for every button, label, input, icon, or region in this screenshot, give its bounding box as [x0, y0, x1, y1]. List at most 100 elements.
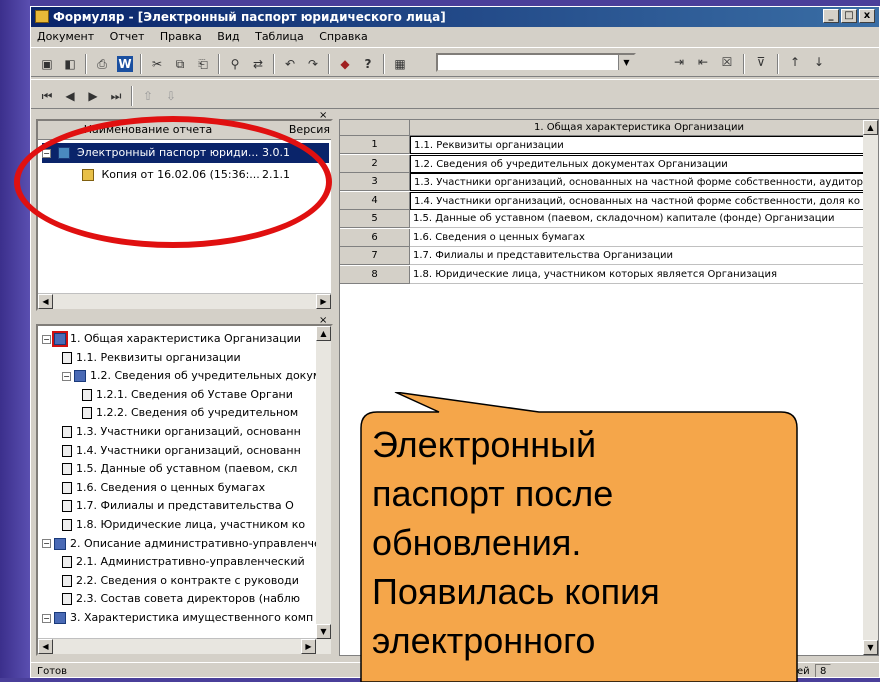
scroll-right-icon[interactable]: ▶: [301, 639, 316, 654]
maximize-button[interactable]: □: [841, 9, 857, 23]
tree-item[interactable]: − 2. Описание административно-управленче: [42, 535, 321, 553]
filter-icon[interactable]: ⊽: [753, 54, 769, 70]
menu-table[interactable]: Таблица: [255, 30, 304, 43]
tree-item[interactable]: 1.5. Данные об уставном (паевом, скл: [62, 460, 297, 478]
tree-item[interactable]: 1.2.1. Сведения об Уставе Органи: [82, 386, 293, 404]
menu-edit[interactable]: Правка: [160, 30, 202, 43]
row-number[interactable]: 7: [340, 247, 410, 265]
find-icon[interactable]: ⚲: [227, 56, 243, 72]
delete-row-icon[interactable]: ☒: [719, 54, 735, 70]
row-number[interactable]: 8: [340, 265, 410, 284]
sort-desc-icon[interactable]: ↓: [811, 54, 827, 70]
row-number[interactable]: 4: [340, 191, 410, 210]
last-record-icon[interactable]: ⏭: [108, 88, 124, 104]
row-number[interactable]: 6: [340, 228, 410, 247]
tree-item[interactable]: 1.7. Филиалы и представительства О: [62, 497, 294, 515]
horizontal-scrollbar[interactable]: ◀ ▶: [38, 638, 331, 654]
collapse-icon[interactable]: −: [62, 371, 71, 381]
tree-item-label: 1.2.2. Сведения об учредительном: [96, 406, 299, 420]
row-number[interactable]: 5: [340, 210, 410, 228]
tree-item[interactable]: 2.2. Сведения о контракте с руководи: [62, 572, 299, 590]
first-record-icon[interactable]: ⏮: [39, 88, 55, 104]
open-icon[interactable]: ◧: [62, 56, 78, 72]
row-number[interactable]: 1: [340, 136, 410, 154]
scroll-up-icon[interactable]: ▲: [316, 326, 331, 341]
print-icon[interactable]: ⎙: [94, 56, 110, 72]
grid-cell[interactable]: 1.8. Юридические лица, участником которы…: [410, 266, 865, 284]
grid-cell[interactable]: 1.1. Реквизиты организации: [410, 136, 865, 154]
row-number[interactable]: 2: [340, 154, 410, 173]
menu-report[interactable]: Отчет: [110, 30, 145, 43]
save-icon[interactable]: ▣: [39, 56, 55, 72]
folder-icon: [54, 612, 66, 624]
next-record-icon[interactable]: ▶: [85, 88, 101, 104]
grid-row[interactable]: 5 1.5. Данные об уставном (паевом, складо…: [340, 210, 865, 228]
close-button[interactable]: x: [859, 9, 875, 23]
tree-item[interactable]: 1.2.2. Сведения об учредительном: [82, 404, 298, 422]
tree-item[interactable]: − 1.2. Сведения об учредительных докум: [62, 367, 321, 385]
tree-item[interactable]: 1.8. Юридические лица, участником ко: [62, 516, 305, 534]
menu-document[interactable]: Документ: [37, 30, 94, 43]
menu-help[interactable]: Справка: [319, 30, 367, 43]
vertical-scrollbar[interactable]: ▲ ▼: [316, 326, 331, 639]
tree-item[interactable]: − 1. Общая характеристика Организации: [42, 330, 301, 348]
callout-line: электронного: [372, 620, 596, 661]
nav-down-icon[interactable]: ⇩: [163, 88, 179, 104]
scroll-right-icon[interactable]: ▶: [316, 294, 331, 309]
scroll-down-icon[interactable]: ▼: [316, 624, 331, 639]
minimize-button[interactable]: _: [823, 9, 839, 23]
book-icon[interactable]: ◆: [337, 56, 353, 72]
copy-icon[interactable]: ⧉: [172, 56, 188, 72]
grid-row[interactable]: 4 1.4. Участники организаций, основанных …: [340, 191, 865, 210]
grid-row[interactable]: 6 1.6. Сведения о ценных бумагах: [340, 228, 865, 247]
help-icon[interactable]: ?: [360, 56, 376, 72]
scroll-up-icon[interactable]: ▲: [863, 120, 878, 135]
collapse-icon[interactable]: −: [42, 334, 51, 344]
collapse-icon[interactable]: −: [42, 613, 51, 623]
indent-icon[interactable]: ⇥: [671, 54, 687, 70]
tree-item-label: 1.5. Данные об уставном (паевом, скл: [76, 462, 298, 476]
tree-item[interactable]: 1.4. Участники организаций, основанн: [62, 442, 301, 460]
vertical-scrollbar[interactable]: ▲ ▼: [863, 120, 878, 655]
replace-icon[interactable]: ⇄: [250, 56, 266, 72]
undo-icon[interactable]: ↶: [282, 56, 298, 72]
grid-cell[interactable]: 1.6. Сведения о ценных бумагах: [410, 229, 865, 247]
chevron-down-icon[interactable]: ▼: [618, 55, 634, 70]
tree-item-label: 3. Характеристика имущественного комп: [70, 611, 314, 624]
grid-row[interactable]: 7 1.7. Филиалы и представительства Органи…: [340, 247, 865, 265]
grid-row[interactable]: 8 1.8. Юридические лица, участником котор…: [340, 265, 865, 284]
callout-text: Электронный паспорт после обновления. По…: [372, 420, 792, 665]
grid-column-header[interactable]: 1. Общая характеристика Организации: [410, 120, 865, 136]
tree-item[interactable]: 1.3. Участники организаций, основанн: [62, 423, 301, 441]
nav-up-icon[interactable]: ⇧: [140, 88, 156, 104]
search-combo[interactable]: ▼: [436, 53, 636, 72]
word-export-icon[interactable]: W: [117, 56, 133, 72]
redo-icon[interactable]: ↷: [305, 56, 321, 72]
grid-cell[interactable]: 1.7. Филиалы и представительства Организ…: [410, 247, 865, 265]
scroll-down-icon[interactable]: ▼: [863, 640, 878, 655]
grid-cell[interactable]: 1.2. Сведения об учредительных документа…: [410, 154, 865, 173]
row-number[interactable]: 3: [340, 173, 410, 191]
grid-row[interactable]: 3 1.3. Участники организаций, основанных …: [340, 173, 865, 191]
tree-item[interactable]: − 3. Характеристика имущественного комп: [42, 609, 313, 627]
collapse-icon[interactable]: −: [42, 539, 51, 549]
cut-icon[interactable]: ✂: [149, 56, 165, 72]
scroll-left-icon[interactable]: ◀: [38, 639, 53, 654]
grid-icon[interactable]: ▦: [392, 56, 408, 72]
tree-item[interactable]: 1.6. Сведения о ценных бумагах: [62, 479, 265, 497]
grid-cell[interactable]: 1.4. Участники организаций, основанных н…: [410, 191, 865, 210]
grid-cell[interactable]: 1.3. Участники организаций, основанных н…: [410, 173, 865, 191]
scroll-left-icon[interactable]: ◀: [38, 294, 53, 309]
tree-item[interactable]: 2.3. Состав совета директоров (наблю: [62, 590, 300, 608]
tree-item[interactable]: 1.1. Реквизиты организации: [62, 349, 241, 367]
paste-icon[interactable]: ⎗: [195, 56, 211, 72]
menu-view[interactable]: Вид: [217, 30, 239, 43]
sort-asc-icon[interactable]: ↑: [787, 54, 803, 70]
prev-record-icon[interactable]: ◀: [62, 88, 78, 104]
horizontal-scrollbar[interactable]: ◀ ▶: [38, 293, 331, 309]
grid-row[interactable]: 2 1.2. Сведения об учредительных документ…: [340, 154, 865, 173]
grid-row[interactable]: 1 1.1. Реквизиты организации: [340, 136, 865, 154]
grid-cell[interactable]: 1.5. Данные об уставном (паевом, складоч…: [410, 210, 865, 228]
tree-item[interactable]: 2.1. Административно-управленческий: [62, 553, 305, 571]
outdent-icon[interactable]: ⇤: [695, 54, 711, 70]
